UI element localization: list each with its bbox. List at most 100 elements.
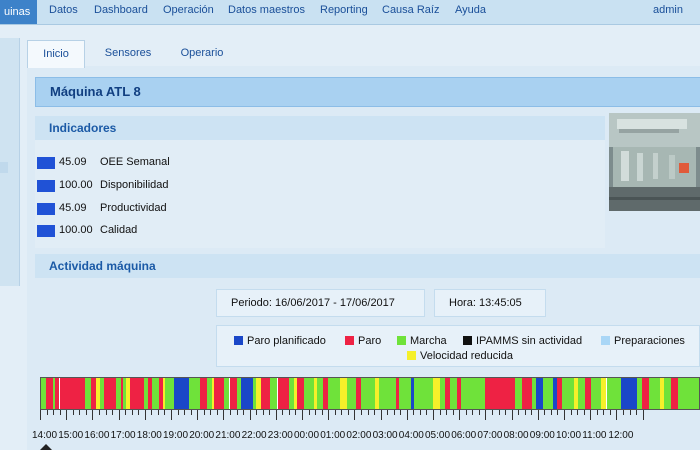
timeline-minor-tick xyxy=(636,410,638,415)
timeline-segment xyxy=(214,378,224,409)
timeline-hour-label: 19:00 xyxy=(163,430,189,441)
timeline-minor-tick xyxy=(393,410,395,415)
timeline-hour-label: 21:00 xyxy=(215,430,241,441)
timeline-minor-tick xyxy=(452,410,454,415)
timeline-segment xyxy=(104,378,116,409)
timeline-minor-tick xyxy=(177,410,179,415)
timeline-major-tick xyxy=(485,410,487,420)
timeline-major-tick xyxy=(118,410,120,420)
tab-sensores[interactable]: Sensores xyxy=(89,40,167,66)
timeline-segment xyxy=(543,378,553,409)
activity-timeline[interactable] xyxy=(40,377,700,410)
timeline-hour-label: 17:00 xyxy=(110,430,136,441)
timeline-minor-tick xyxy=(400,410,402,415)
legend-label: Preparaciones xyxy=(614,335,685,347)
timeline-segment xyxy=(670,378,678,409)
timeline-hour-label: 06:00 xyxy=(451,430,477,441)
timeline-major-tick xyxy=(302,410,303,420)
timeline-cursor-icon[interactable] xyxy=(40,444,52,450)
timeline-segment xyxy=(484,378,516,409)
machine-photo xyxy=(609,113,700,211)
timeline-minor-tick xyxy=(125,410,127,415)
indicator-swatch xyxy=(37,203,55,215)
legend-swatch xyxy=(601,336,610,345)
nav-item-operacion[interactable]: Operación xyxy=(163,4,214,16)
timeline-segment xyxy=(174,378,189,409)
timeline-hour-label: 22:00 xyxy=(241,430,267,441)
machine-title-bar: Máquina ATL 8 xyxy=(35,77,700,107)
timeline-major-tick xyxy=(275,410,277,420)
timeline-major-tick xyxy=(380,410,382,420)
timeline-segment xyxy=(648,378,661,409)
timeline-minor-tick xyxy=(465,410,467,415)
timeline-major-tick xyxy=(144,410,146,420)
timeline-minor-tick xyxy=(184,410,186,415)
legend-label: Paro planificado xyxy=(247,335,326,347)
legend-label: IPAMMS sin actividad xyxy=(476,335,583,347)
timeline-segment xyxy=(277,378,290,409)
timeline-minor-tick xyxy=(243,410,245,415)
timeline-minor-tick xyxy=(282,410,284,415)
timeline-hour-labels: 14:00 15:00 16:00 17:00 18:00 19:00 20:00 21:00… xyxy=(32,428,700,442)
legend-swatch xyxy=(397,336,406,345)
timeline-hour-label: 00:00 xyxy=(294,430,320,441)
timeline-hour-label: 08:00 xyxy=(503,430,529,441)
timeline-segment xyxy=(663,378,671,409)
timeline-major-tick xyxy=(249,410,251,420)
timeline-minor-tick xyxy=(295,410,297,415)
timeline-segment xyxy=(515,378,523,409)
nav-item-datos-maestros[interactable]: Datos maestros xyxy=(228,4,305,16)
legend-label: Marcha xyxy=(410,335,447,347)
tab-inicio[interactable]: Inicio xyxy=(27,40,85,68)
legend-label: Velocidad reducida xyxy=(420,350,513,362)
timeline-major-tick xyxy=(223,410,225,420)
timeline-segment xyxy=(261,378,271,409)
legend-item-preparaciones: Preparaciones xyxy=(601,335,685,347)
nav-item-ayuda[interactable]: Ayuda xyxy=(455,4,486,16)
timeline-major-tick xyxy=(40,410,41,420)
timeline-hour-label: 09:00 xyxy=(529,430,555,441)
nav-item-maquinas[interactable]: uinas xyxy=(0,0,38,24)
indicator-value: 100.00 xyxy=(59,179,93,191)
timeline-minor-tick xyxy=(603,410,605,415)
time-box: Hora: 13:45:05 xyxy=(434,289,546,317)
timeline-segment xyxy=(536,378,544,409)
indicators-panel: 45.09 OEE Semanal 100.00 Disponibilidad … xyxy=(35,140,605,248)
nav-item-reporting[interactable]: Reporting xyxy=(320,4,368,16)
left-sidebar-edge xyxy=(0,38,20,286)
top-nav: uinas Datos Dashboard Operación Datos ma… xyxy=(0,0,700,25)
nav-item-causa-raiz[interactable]: Causa Raíz xyxy=(382,4,439,16)
timeline-hour-label: 10:00 xyxy=(556,430,582,441)
timeline-minor-tick xyxy=(190,410,192,415)
timeline-minor-tick xyxy=(288,410,290,415)
timeline-minor-tick xyxy=(236,410,238,415)
nav-item-datos[interactable]: Datos xyxy=(49,4,78,16)
timeline-segment xyxy=(59,378,86,409)
timeline-minor-tick xyxy=(577,410,579,415)
timeline-minor-tick xyxy=(498,410,500,415)
timeline-hour-label: 16:00 xyxy=(84,430,110,441)
sidebar-marker xyxy=(0,162,8,173)
timeline-minor-tick xyxy=(59,410,61,415)
indicator-value: 45.09 xyxy=(59,156,87,168)
timeline-segment xyxy=(297,378,305,409)
timeline-segment xyxy=(152,378,160,409)
timeline-segment xyxy=(270,378,278,409)
timeline-hour-label: 04:00 xyxy=(398,430,424,441)
timeline-hour-label: 11:00 xyxy=(582,430,607,441)
timeline-minor-tick xyxy=(216,410,218,415)
timeline-major-tick xyxy=(616,410,618,420)
time-text: Hora: 13:45:05 xyxy=(449,297,522,309)
indicators-header: Indicadores xyxy=(35,116,605,140)
timeline-minor-tick xyxy=(229,410,231,415)
tab-operario[interactable]: Operario xyxy=(167,40,237,66)
user-menu[interactable]: admin xyxy=(653,4,683,16)
nav-item-dashboard[interactable]: Dashboard xyxy=(94,4,148,16)
timeline-minor-tick xyxy=(544,410,546,415)
legend-label: Paro xyxy=(358,335,382,347)
timeline-minor-tick xyxy=(112,410,114,415)
timeline-minor-tick xyxy=(491,410,493,415)
timeline-minor-tick xyxy=(210,410,212,415)
indicators-heading: Indicadores xyxy=(49,121,117,135)
timeline-minor-tick xyxy=(269,410,271,415)
